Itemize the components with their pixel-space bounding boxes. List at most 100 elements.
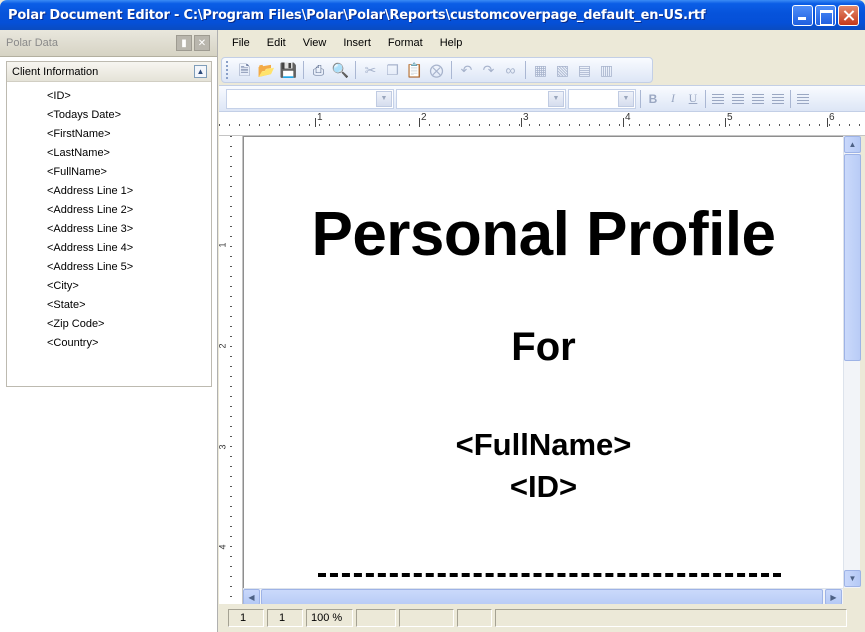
menu-help[interactable]: Help bbox=[432, 37, 472, 49]
bullets-icon[interactable] bbox=[793, 89, 813, 109]
delete-icon[interactable]: ⨂ bbox=[427, 61, 446, 80]
horizontal-scroll-thumb[interactable] bbox=[261, 589, 823, 605]
insert-table-icon[interactable]: ▦ bbox=[531, 61, 550, 80]
field-item-id[interactable]: <ID> bbox=[47, 87, 211, 106]
chevron-down-icon[interactable]: ▼ bbox=[618, 90, 634, 107]
toolbar-separator bbox=[790, 89, 791, 108]
italic-button[interactable]: I bbox=[663, 89, 683, 109]
toolbar-separator bbox=[640, 89, 641, 108]
toolbar-separator bbox=[705, 89, 706, 108]
font-select[interactable]: ▼ bbox=[396, 88, 566, 109]
field-item-todays-date[interactable]: <Todays Date> bbox=[47, 106, 211, 125]
table-properties-icon[interactable]: ▧ bbox=[553, 61, 572, 80]
font-size-select[interactable]: ▼ bbox=[568, 88, 636, 109]
print-preview-icon[interactable]: 🔍 bbox=[331, 61, 350, 80]
toolbar-grip[interactable] bbox=[226, 61, 229, 79]
chevron-down-icon[interactable]: ▼ bbox=[376, 90, 392, 107]
redo-icon[interactable]: ↷ bbox=[479, 61, 498, 80]
menu-bar: File Edit View Insert Format Help bbox=[219, 30, 865, 55]
status-cell bbox=[495, 609, 847, 627]
ruler-number: 1 bbox=[315, 112, 323, 127]
ruler-number: 3 bbox=[521, 112, 529, 127]
status-zoom: 100 % bbox=[306, 609, 353, 627]
formatting-toolbar: ▼ ▼ ▼ B I U bbox=[219, 85, 865, 112]
field-item-address-line-5[interactable]: <Address Line 5> bbox=[47, 258, 211, 277]
vertical-ruler[interactable]: 1 2 3 4 bbox=[217, 136, 243, 604]
horizontal-ruler[interactable]: 1 2 3 4 5 6 bbox=[219, 112, 865, 136]
status-cell bbox=[356, 609, 396, 627]
document-editor[interactable]: Personal Profile For <FullName> <ID> bbox=[243, 136, 843, 588]
ruler-number: 6 bbox=[827, 112, 835, 127]
toolbar-separator bbox=[525, 61, 526, 79]
panel-title: Polar Data bbox=[6, 37, 58, 49]
insert-column-icon[interactable]: ▥ bbox=[597, 61, 616, 80]
undo-icon[interactable]: ↶ bbox=[457, 61, 476, 80]
menu-view[interactable]: View bbox=[295, 37, 336, 49]
close-button[interactable] bbox=[838, 5, 859, 26]
new-document-icon[interactable]: 🗎 bbox=[235, 61, 254, 80]
toolbar-separator bbox=[355, 61, 356, 79]
toolbar-separator bbox=[451, 61, 452, 79]
field-item-zip-code[interactable]: <Zip Code> bbox=[47, 315, 211, 334]
standard-toolbar-strip: 🗎 📂 💾 ⎙ 🔍 ✂ ❐ 📋 ⨂ ↶ ↷ ∞ ▦ ▧ ▤ ▥ bbox=[221, 57, 653, 83]
group-header[interactable]: Client Information ▲ bbox=[7, 62, 211, 82]
document-fullname-field: <FullName> bbox=[455, 427, 632, 462]
save-icon[interactable]: 💾 bbox=[279, 61, 298, 80]
print-icon[interactable]: ⎙ bbox=[309, 61, 328, 80]
field-item-city[interactable]: <City> bbox=[47, 277, 211, 296]
panel-close-icon[interactable]: ✕ bbox=[194, 35, 210, 51]
copy-icon[interactable]: ❐ bbox=[383, 61, 402, 80]
vertical-scrollbar[interactable]: ▲ ▼ bbox=[843, 136, 861, 588]
field-item-state[interactable]: <State> bbox=[47, 296, 211, 315]
menu-edit[interactable]: Edit bbox=[259, 37, 295, 49]
field-item-firstname[interactable]: <FirstName> bbox=[47, 125, 211, 144]
ruler-ticks bbox=[230, 136, 232, 604]
align-left-icon[interactable] bbox=[708, 89, 728, 109]
horizontal-scrollbar[interactable]: ◀ ▶ bbox=[243, 588, 843, 605]
bold-button[interactable]: B bbox=[643, 89, 663, 109]
maximize-button[interactable] bbox=[815, 5, 836, 26]
field-item-address-line-4[interactable]: <Address Line 4> bbox=[47, 239, 211, 258]
polar-data-panel: Polar Data ▮ ✕ Client Information ▲ <ID>… bbox=[0, 30, 218, 632]
ruler-number: 3 bbox=[217, 444, 228, 450]
status-cell bbox=[399, 609, 454, 627]
title-bar[interactable]: Polar Document Editor - C:\Program Files… bbox=[0, 0, 865, 30]
underline-button[interactable]: U bbox=[683, 89, 703, 109]
panel-header: Polar Data ▮ ✕ bbox=[0, 30, 217, 57]
ruler-number: 2 bbox=[217, 343, 228, 349]
menu-insert[interactable]: Insert bbox=[335, 37, 380, 49]
toolbar-separator bbox=[303, 61, 304, 79]
field-item-address-line-2[interactable]: <Address Line 2> bbox=[47, 201, 211, 220]
open-folder-icon[interactable]: 📂 bbox=[257, 61, 276, 80]
menu-format[interactable]: Format bbox=[380, 37, 432, 49]
scroll-down-icon[interactable]: ▼ bbox=[844, 570, 861, 587]
field-item-fullname[interactable]: <FullName> bbox=[47, 163, 211, 182]
scroll-right-icon[interactable]: ▶ bbox=[825, 589, 842, 605]
field-item-address-line-3[interactable]: <Address Line 3> bbox=[47, 220, 211, 239]
field-item-lastname[interactable]: <LastName> bbox=[47, 144, 211, 163]
standard-toolbar: 🗎 📂 💾 ⎙ 🔍 ✂ ❐ 📋 ⨂ ↶ ↷ ∞ ▦ ▧ ▤ ▥ bbox=[219, 55, 865, 85]
chevron-down-icon[interactable]: ▼ bbox=[548, 90, 564, 107]
ruler-number: 4 bbox=[623, 112, 631, 127]
minimize-button[interactable] bbox=[792, 5, 813, 26]
paste-icon[interactable]: 📋 bbox=[405, 61, 424, 80]
scroll-left-icon[interactable]: ◀ bbox=[243, 589, 260, 605]
justify-icon[interactable] bbox=[768, 89, 788, 109]
status-cell bbox=[457, 609, 492, 627]
menu-file[interactable]: File bbox=[224, 37, 259, 49]
field-item-country[interactable]: <Country> bbox=[47, 334, 211, 353]
cut-icon[interactable]: ✂ bbox=[361, 61, 380, 80]
chevron-up-icon[interactable]: ▲ bbox=[194, 65, 207, 78]
status-page-count: 1 bbox=[267, 609, 303, 627]
align-center-icon[interactable] bbox=[728, 89, 748, 109]
insert-row-icon[interactable]: ▤ bbox=[575, 61, 594, 80]
field-item-address-line-1[interactable]: <Address Line 1> bbox=[47, 182, 211, 201]
pin-icon[interactable]: ▮ bbox=[176, 35, 192, 51]
find-icon[interactable]: ∞ bbox=[501, 61, 520, 80]
style-select[interactable]: ▼ bbox=[226, 88, 394, 109]
document-id-field: <ID> bbox=[509, 469, 578, 504]
ruler-number: 5 bbox=[725, 112, 733, 127]
scroll-up-icon[interactable]: ▲ bbox=[844, 136, 861, 153]
align-right-icon[interactable] bbox=[748, 89, 768, 109]
vertical-scroll-thumb[interactable] bbox=[844, 154, 861, 361]
